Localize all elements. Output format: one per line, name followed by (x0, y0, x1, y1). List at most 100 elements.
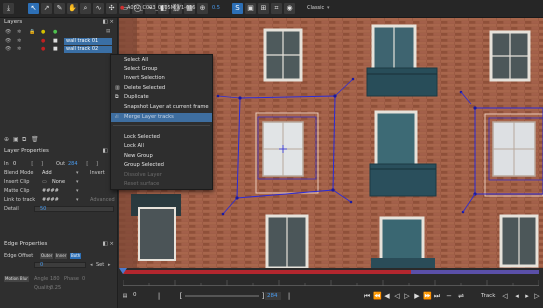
menu-item-duplicate[interactable]: ⧉ Duplicate (111, 93, 212, 102)
step-back-icon[interactable]: ◁ (393, 292, 401, 300)
motion-blur-toggle[interactable]: Motion Blur (4, 276, 29, 282)
menu-item-group-selected[interactable]: Group Selected (111, 161, 212, 170)
link-chevron-icon[interactable]: ▾ (76, 196, 79, 204)
prev-key-icon[interactable]: ⏪ (373, 292, 382, 300)
timeline-ruler[interactable] (122, 280, 540, 286)
delete-layer-icon[interactable]: 🗑 (31, 136, 39, 143)
gear-icon[interactable]: ✲ (17, 46, 21, 53)
matte-toggle-icon[interactable]: ■ (53, 46, 58, 53)
mask-view-icon[interactable]: ▣ (245, 3, 256, 14)
go-start-icon[interactable]: ⏮ (363, 292, 371, 300)
menu-item-new-group[interactable]: New Group (111, 152, 212, 161)
out-set-icon[interactable]: ⟦ (86, 160, 88, 168)
link-track-select[interactable]: #### (42, 196, 59, 204)
edge-mode-both[interactable]: Both (70, 253, 82, 259)
track-step-back-icon[interactable]: ◂ (513, 292, 521, 300)
clip-name-dropdown[interactable]: A002_C003_0105M_V1-016 (127, 5, 196, 11)
play-icon[interactable]: ▶ (413, 292, 421, 300)
menu-item-select-all[interactable]: Select All (111, 56, 212, 65)
track-color-icon[interactable]: ● (41, 46, 45, 53)
advanced-button[interactable]: Advanced (90, 196, 115, 204)
out-field[interactable]: 284 (68, 160, 78, 168)
add-group-icon[interactable]: ▣ (13, 136, 19, 143)
bounce-icon[interactable]: ⇌ (457, 292, 465, 300)
edge-chevron-right-icon[interactable]: ▸ (108, 261, 111, 269)
in-bracket-icon[interactable]: [ (177, 292, 185, 300)
in-set-icon[interactable]: ⟦ (31, 160, 33, 168)
loop-icon[interactable]: − (445, 292, 453, 300)
angle-field[interactable]: 180 (50, 275, 60, 283)
invert-toggle[interactable]: Invert (90, 169, 105, 177)
surface-view-icon[interactable]: S (232, 3, 243, 14)
timeline-menu-icon[interactable]: ▤ (121, 292, 129, 300)
zoom-tool-icon[interactable]: ⌕ (80, 3, 91, 14)
menu-item-snapshot-layer[interactable]: Snapshot Layer at current frame (111, 103, 212, 112)
preset-chevron-icon[interactable]: ▾ (327, 5, 330, 11)
quality-field[interactable]: 0.25 (50, 284, 61, 292)
blend-mode-select[interactable]: Add (42, 169, 52, 177)
zoom-field[interactable]: 0.5 (212, 5, 220, 11)
detail-value[interactable]: 50 (40, 205, 46, 213)
matte-chevron-icon[interactable]: ▾ (76, 187, 79, 195)
edge-set-button[interactable]: Set (96, 261, 104, 269)
visibility-icon[interactable]: 👁 (5, 46, 11, 53)
next-key-icon[interactable]: ⏩ (423, 292, 432, 300)
edge-chevron-icon[interactable]: ◂ (90, 261, 93, 269)
insert-chevron-icon[interactable]: ▾ (76, 178, 79, 186)
panel-menu-icon[interactable]: ◧ × (102, 240, 114, 249)
preset-dropdown[interactable]: Classic (307, 5, 324, 11)
set-in-icon[interactable]: | (155, 292, 163, 300)
range-slider[interactable] (185, 295, 259, 297)
start-frame-field[interactable]: 0 (133, 292, 137, 298)
track-color-icon[interactable]: ● (41, 38, 45, 45)
stabilize-tool-icon[interactable]: ⊕ (197, 3, 208, 14)
matte-toggle-icon[interactable]: ■ (53, 38, 58, 45)
in-clear-icon[interactable]: ⟧ (41, 160, 43, 168)
overlay-view-icon[interactable]: ⌗ (271, 3, 282, 14)
menu-item-lock-all[interactable]: Lock All (111, 142, 212, 151)
gear-icon[interactable]: ✲ (17, 38, 21, 45)
add-layer-icon[interactable]: ⊕ (4, 136, 9, 143)
menu-item-merge-layer-tracks[interactable]: ⛙ Merge Layer tracks (111, 113, 212, 122)
edge-offset-value[interactable]: 0 (40, 261, 43, 269)
insert-clip-select[interactable]: None (52, 178, 65, 186)
grid-view-icon[interactable]: ⊞ (258, 3, 269, 14)
layer-header-menu-icon[interactable]: ▤ (106, 29, 110, 34)
play-back-icon[interactable]: ◀ (383, 292, 391, 300)
xspline-tool-icon[interactable]: ✣ (106, 3, 117, 14)
copy-layer-icon[interactable]: ⧉ (22, 136, 26, 144)
blend-chevron-icon[interactable]: ▾ (76, 169, 79, 177)
edge-mode-inner[interactable]: Inner (55, 253, 68, 259)
visibility-icon[interactable]: 👁 (5, 38, 11, 45)
pen-tool-icon[interactable]: ✎ (54, 3, 65, 14)
track-range-tail[interactable] (411, 270, 539, 274)
menu-item-delete-selected[interactable]: ▥ Delete Selected (111, 84, 212, 93)
playhead-marker[interactable] (119, 268, 127, 274)
menu-item-invert-selection[interactable]: Invert Selection (111, 74, 212, 83)
track-step-forward-icon[interactable]: ▸ (523, 292, 531, 300)
phase-field[interactable]: 0 (82, 275, 85, 283)
select-alt-tool-icon[interactable]: ↗ (41, 3, 52, 14)
track-forward-icon[interactable]: ▷ (533, 292, 541, 300)
in-field[interactable]: 0 (13, 160, 16, 168)
current-frame-field[interactable]: 284 (265, 292, 281, 300)
set-out-icon[interactable]: | (285, 292, 293, 300)
layer-name[interactable]: wall track 01 (64, 38, 112, 45)
layer-row[interactable]: 👁 ✲ ● ■ wall track 02 (2, 46, 116, 53)
menu-item-select-group[interactable]: Select Group (111, 65, 212, 74)
render-view-icon[interactable]: ◉ (284, 3, 295, 14)
layer-name[interactable]: wall track 02 (64, 46, 112, 53)
step-forward-icon[interactable]: ▷ (403, 292, 411, 300)
matte-clip-select[interactable]: #### (42, 187, 59, 195)
out-clear-icon[interactable]: ⟧ (96, 160, 98, 168)
bezier-tool-icon[interactable]: ∿ (93, 3, 104, 14)
layer-row[interactable]: 👁 ✲ ● ■ wall track 01 (2, 38, 116, 45)
go-end-icon[interactable]: ⏭ (433, 292, 441, 300)
edge-mode-outer[interactable]: Outer (40, 253, 54, 259)
track-backward-icon[interactable]: ◁ (501, 292, 509, 300)
save-icon[interactable]: ⤓ (3, 3, 14, 14)
select-tool-icon[interactable]: ↖ (28, 3, 39, 14)
panel-menu-icon[interactable]: ◧ × (102, 18, 114, 27)
hand-tool-icon[interactable]: ✋ (67, 3, 78, 14)
menu-item-lock-selected[interactable]: Lock Selected (111, 133, 212, 142)
